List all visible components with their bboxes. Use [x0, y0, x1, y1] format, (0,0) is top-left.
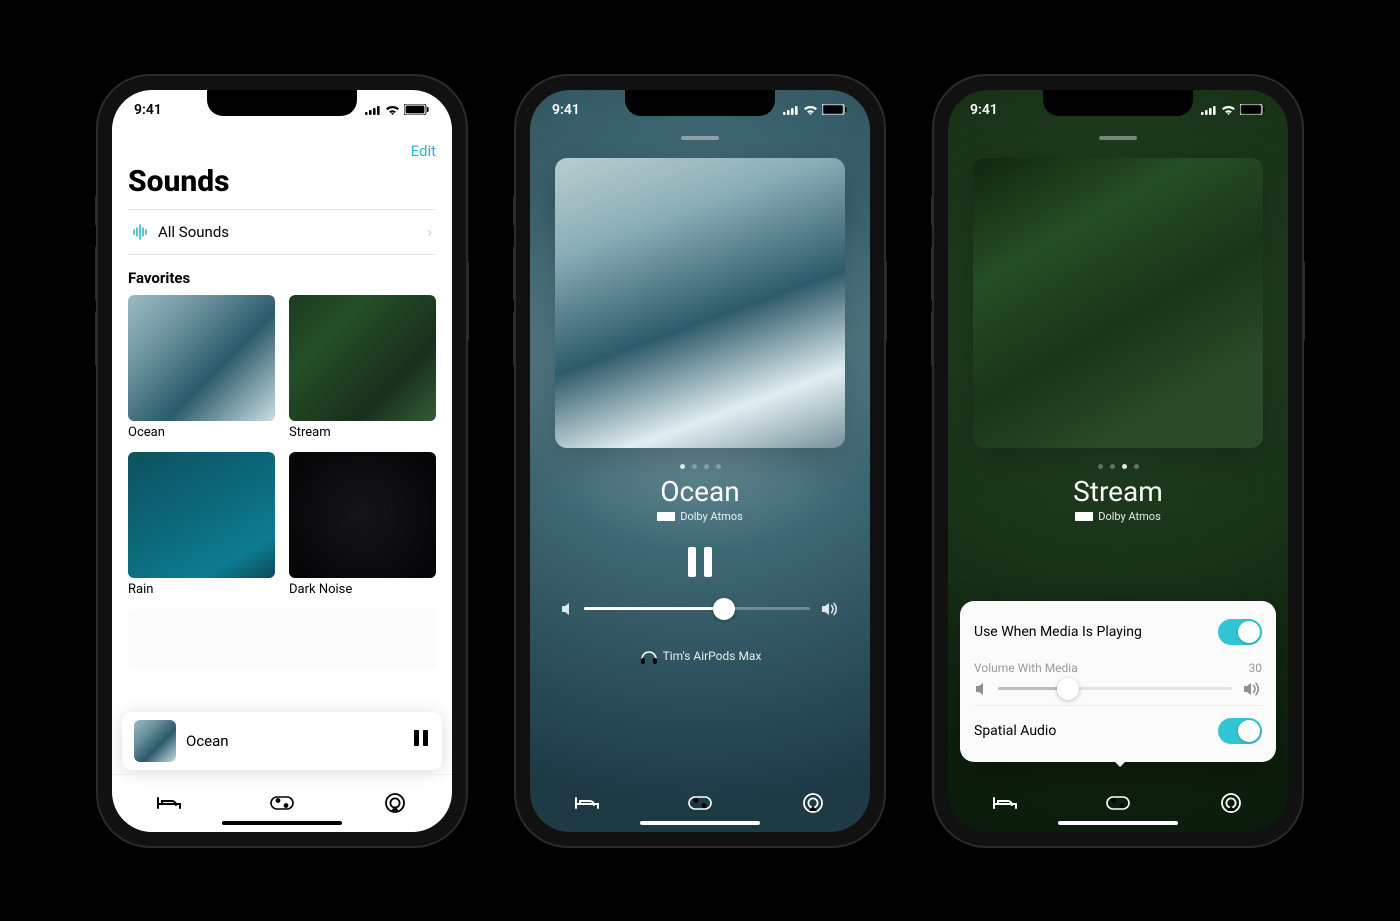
tile-art [289, 452, 436, 578]
phone-settings: 9:41 Stream Dolby Atmos Use When Media I… [934, 76, 1302, 846]
page-dots[interactable] [948, 464, 1288, 469]
home-indicator[interactable] [640, 821, 760, 825]
home-indicator[interactable] [222, 821, 342, 825]
volume-media-value: 30 [1249, 661, 1263, 675]
track-title: Ocean [530, 475, 870, 508]
tab-sleep[interactable] [948, 774, 1061, 832]
volume-high-icon [1242, 681, 1262, 697]
tile-dark-noise[interactable]: Dark Noise [289, 452, 436, 597]
tab-sleep[interactable] [530, 774, 643, 832]
battery-icon [404, 104, 430, 115]
volume-high-icon [820, 601, 840, 617]
phone-now-playing: 9:41 Ocean Dolby Atmos [516, 76, 884, 846]
tab-sleep[interactable] [112, 775, 225, 832]
use-media-toggle[interactable] [1218, 619, 1262, 645]
tile-label: Stream [289, 425, 436, 440]
tab-airplay[interactable] [757, 774, 870, 832]
track-title: Stream [948, 475, 1288, 508]
signal-icon [1201, 104, 1217, 115]
spatial-audio-toggle[interactable] [1218, 718, 1262, 744]
ghost-tile [128, 609, 436, 669]
use-media-label: Use When Media Is Playing [974, 624, 1142, 640]
tab-airplay[interactable] [1175, 774, 1288, 832]
tile-art [128, 295, 275, 421]
all-sounds-label: All Sounds [158, 223, 229, 241]
now-playing-title: Ocean [186, 732, 402, 750]
tile-art [128, 452, 275, 578]
tile-label: Rain [128, 582, 275, 597]
tile-stream[interactable]: Stream [289, 295, 436, 440]
status-time: 9:41 [552, 102, 580, 118]
dolby-atmos-badge: Dolby Atmos [530, 510, 870, 523]
tile-ocean[interactable]: Ocean [128, 295, 275, 440]
drag-indicator[interactable] [681, 136, 719, 140]
volume-slider[interactable] [530, 601, 870, 617]
settings-popover: Use When Media Is Playing Volume With Me… [960, 601, 1276, 762]
drag-indicator[interactable] [1099, 136, 1137, 140]
page-dots[interactable] [530, 464, 870, 469]
wifi-icon [803, 104, 818, 115]
now-playing-art[interactable] [555, 158, 845, 448]
chevron-right-icon: › [427, 223, 432, 241]
tab-airplay[interactable] [339, 775, 452, 832]
battery-icon [1240, 104, 1266, 115]
now-playing-art [134, 720, 176, 762]
volume-low-icon [974, 681, 988, 697]
pause-button[interactable] [530, 545, 870, 583]
phone-list: 9:41 Edit Sounds All Sounds › Favorites [98, 76, 466, 846]
tile-art [289, 295, 436, 421]
dolby-atmos-badge: Dolby Atmos [948, 510, 1288, 523]
wifi-icon [385, 104, 400, 115]
status-time: 9:41 [970, 102, 998, 118]
all-sounds-row[interactable]: All Sounds › [128, 209, 436, 255]
tile-rain[interactable]: Rain [128, 452, 275, 597]
home-indicator[interactable] [1058, 821, 1178, 825]
volume-media-label: Volume With Media [974, 661, 1078, 675]
signal-icon [783, 104, 799, 115]
status-time: 9:41 [134, 102, 162, 118]
pause-button[interactable] [412, 728, 430, 754]
volume-low-icon [560, 601, 574, 617]
sound-wave-icon [132, 222, 148, 242]
tile-label: Dark Noise [289, 582, 436, 597]
volume-media-slider[interactable] [974, 681, 1262, 697]
battery-icon [822, 104, 848, 115]
now-playing-art[interactable] [973, 158, 1263, 448]
spatial-audio-label: Spatial Audio [974, 723, 1056, 739]
favorites-header: Favorites [128, 269, 436, 287]
tile-label: Ocean [128, 425, 275, 440]
page-title: Sounds [128, 164, 436, 199]
wifi-icon [1221, 104, 1236, 115]
edit-button[interactable]: Edit [128, 142, 436, 160]
now-playing-bar[interactable]: Ocean [122, 712, 442, 770]
audio-route[interactable]: Tim's AirPods Max [530, 647, 870, 665]
signal-icon [365, 104, 381, 115]
route-label: Tim's AirPods Max [663, 649, 762, 663]
